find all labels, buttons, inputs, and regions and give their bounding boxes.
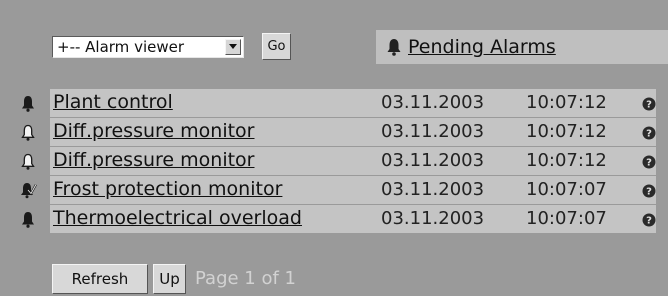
help-icon[interactable]: ? — [642, 212, 656, 227]
bell-outline-icon — [18, 151, 38, 171]
bell-outline-icon — [18, 122, 38, 142]
table-row: Diff.pressure monitor 03.11.2003 10:07:1… — [16, 147, 668, 176]
bell-acknowledged-icon — [18, 180, 38, 200]
pending-alarms-header: Pending Alarms — [376, 30, 668, 64]
chevron-down-icon[interactable] — [225, 39, 241, 55]
alarm-date: 03.11.2003 — [381, 92, 485, 113]
alarm-link[interactable]: Diff.pressure monitor — [53, 120, 255, 142]
refresh-button[interactable]: Refresh — [52, 264, 148, 294]
alarm-time: 10:07:12 — [526, 121, 607, 142]
bell-solid-icon — [18, 93, 38, 113]
svg-text:?: ? — [646, 129, 652, 140]
alarm-date: 03.11.2003 — [381, 179, 485, 200]
alarm-date: 03.11.2003 — [381, 121, 485, 142]
table-row: Diff.pressure monitor 03.11.2003 10:07:1… — [16, 118, 668, 147]
up-button[interactable]: Up — [153, 264, 186, 294]
page-indicator: Page 1 of 1 — [195, 268, 296, 289]
bell-solid-icon — [18, 209, 38, 229]
alarm-link[interactable]: Thermoelectrical overload — [53, 207, 302, 229]
help-icon[interactable]: ? — [642, 96, 656, 111]
table-row: Thermoelectrical overload 03.11.2003 10:… — [16, 205, 668, 234]
alarm-time: 10:07:07 — [526, 208, 607, 229]
alarm-time: 10:07:12 — [526, 150, 607, 171]
alarm-time: 10:07:12 — [526, 92, 607, 113]
pending-alarms-link[interactable]: Pending Alarms — [408, 36, 556, 58]
table-row: Frost protection monitor 03.11.2003 10:0… — [16, 176, 668, 205]
alarm-time: 10:07:07 — [526, 179, 607, 200]
alarm-link[interactable]: Frost protection monitor — [53, 178, 282, 200]
alarm-date: 03.11.2003 — [381, 208, 485, 229]
alarm-table: Plant control 03.11.2003 10:07:12 ? Diff… — [16, 89, 668, 234]
alarm-link[interactable]: Diff.pressure monitor — [53, 149, 255, 171]
help-icon[interactable]: ? — [642, 183, 656, 198]
view-select[interactable]: +-- Alarm viewer — [52, 36, 244, 58]
alarm-link[interactable]: Plant control — [53, 91, 173, 113]
svg-text:?: ? — [646, 100, 652, 111]
help-icon[interactable]: ? — [642, 154, 656, 169]
svg-text:?: ? — [646, 216, 652, 227]
view-select-value: +-- Alarm viewer — [57, 38, 185, 56]
table-row: Plant control 03.11.2003 10:07:12 ? — [16, 89, 668, 118]
help-icon[interactable]: ? — [642, 125, 656, 140]
alarm-date: 03.11.2003 — [381, 150, 485, 171]
svg-text:?: ? — [646, 187, 652, 198]
go-button[interactable]: Go — [262, 33, 291, 60]
bell-icon — [386, 38, 402, 56]
svg-text:?: ? — [646, 158, 652, 169]
